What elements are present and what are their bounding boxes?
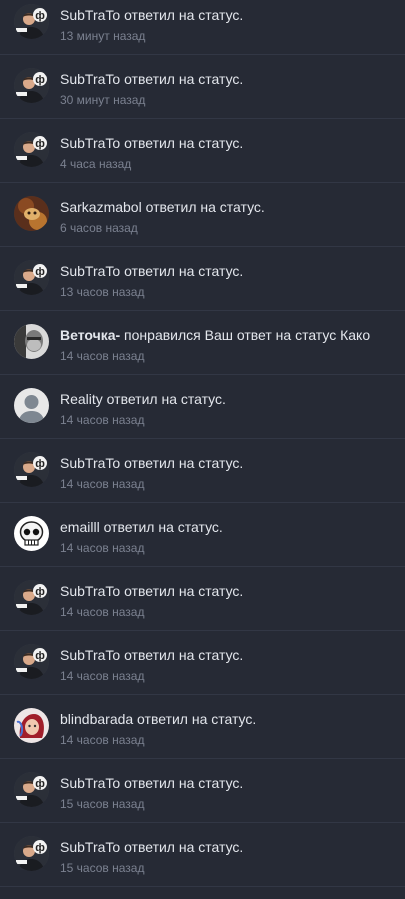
- notification-action: ответил на статус.: [99, 519, 223, 535]
- svg-text:ф: ф: [35, 266, 45, 278]
- notification-action: ответил на статус.: [120, 71, 244, 87]
- notification-item[interactable]: ф SubTraTo ответил на статус. 15 часов н…: [0, 759, 405, 823]
- notification-text: blindbarada ответил на статус.: [60, 710, 256, 728]
- notification-item[interactable]: emailll ответил на статус. 14 часов наза…: [0, 503, 405, 567]
- notification-item[interactable]: ф SubTraTo ответил на статус. 14 часов н…: [0, 631, 405, 695]
- notification-text: SubTraTo ответил на статус.: [60, 134, 243, 152]
- notification-action: ответил на статус.: [120, 7, 244, 23]
- svg-text:ф: ф: [35, 74, 45, 86]
- svg-text:ф: ф: [35, 10, 45, 22]
- notification-item[interactable]: ф SubTraTo ответил на статус. 4 часа наз…: [0, 119, 405, 183]
- notification-action: ответил на статус.: [102, 391, 226, 407]
- notification-text: SubTraTo ответил на статус.: [60, 774, 243, 792]
- subtrato-avatar[interactable]: ф: [14, 580, 49, 615]
- notification-time: 15 часов назад: [60, 861, 145, 875]
- notification-user[interactable]: SubTraTo: [60, 647, 120, 663]
- notification-text: SubTraTo ответил на статус.: [60, 646, 243, 664]
- notification-time: 14 часов назад: [60, 733, 145, 747]
- notification-time: 4 часа назад: [60, 157, 132, 171]
- skull-avatar[interactable]: [14, 516, 49, 551]
- notification-item[interactable]: Sarkazmabol ответил на статус. 6 часов н…: [0, 183, 405, 247]
- notification-item[interactable]: ф SubTraTo ответил на статус. 30 минут н…: [0, 55, 405, 119]
- notification-time: 14 часов назад: [60, 349, 145, 363]
- notification-time: 14 часов назад: [60, 669, 145, 683]
- notification-item[interactable]: ф SubTraTo ответил на статус. 15 часов н…: [0, 823, 405, 887]
- subtrato-avatar[interactable]: ф: [14, 68, 49, 103]
- notification-action: ответил на статус.: [120, 775, 244, 791]
- subtrato-avatar[interactable]: ф: [14, 644, 49, 679]
- notification-user[interactable]: Reality: [60, 391, 103, 407]
- notification-user[interactable]: SubTraTo: [60, 7, 120, 23]
- notification-text: SubTraTo ответил на статус.: [60, 582, 243, 600]
- notification-user[interactable]: SubTraTo: [60, 71, 120, 87]
- notification-text: Sarkazmabol ответил на статус.: [60, 198, 265, 216]
- notification-action: ответил на статус.: [120, 263, 244, 279]
- notification-text: SubTraTo ответил на статус.: [60, 454, 243, 472]
- notification-item[interactable]: blindbarada ответил на статус. 14 часов …: [0, 695, 405, 759]
- subtrato-avatar[interactable]: ф: [14, 132, 49, 167]
- notification-user[interactable]: Sarkazmabol: [60, 199, 142, 215]
- vetochka-avatar[interactable]: [14, 324, 49, 359]
- notification-item[interactable]: Reality ответил на статус. 14 часов наза…: [0, 375, 405, 439]
- notification-time: 30 минут назад: [60, 93, 146, 107]
- notification-action: ответил на статус.: [120, 839, 244, 855]
- subtrato-avatar[interactable]: ф: [14, 260, 49, 295]
- notification-action: ответил на статус.: [141, 199, 265, 215]
- notification-user[interactable]: emailll: [60, 519, 100, 535]
- subtrato-avatar[interactable]: ф: [14, 772, 49, 807]
- notification-item[interactable]: ф SubTraTo ответил на статус. 13 часов н…: [0, 247, 405, 311]
- notification-user[interactable]: Веточка-: [60, 327, 120, 343]
- notification-time: 14 часов назад: [60, 605, 145, 619]
- notification-user[interactable]: SubTraTo: [60, 839, 120, 855]
- notification-time: 6 часов назад: [60, 221, 138, 235]
- default-avatar[interactable]: [14, 388, 49, 423]
- subtrato-avatar[interactable]: ф: [14, 4, 49, 39]
- svg-text:ф: ф: [35, 650, 45, 662]
- notification-time: 15 часов назад: [60, 797, 145, 811]
- subtrato-avatar[interactable]: ф: [14, 836, 49, 871]
- notification-action: понравился Ваш ответ на статус Како: [120, 327, 371, 343]
- sarkazmabol-avatar[interactable]: [14, 196, 49, 231]
- notification-time: 14 часов назад: [60, 477, 145, 491]
- notification-time: 13 минут назад: [60, 29, 146, 43]
- subtrato-avatar[interactable]: ф: [14, 452, 49, 487]
- notification-list: ф SubTraTo ответил на статус. 13 минут н…: [0, 0, 405, 887]
- notification-user[interactable]: blindbarada: [60, 711, 133, 727]
- svg-text:ф: ф: [35, 586, 45, 598]
- notification-item[interactable]: Веточка- понравился Ваш ответ на статус …: [0, 311, 405, 375]
- notification-user[interactable]: SubTraTo: [60, 583, 120, 599]
- notification-time: 14 часов назад: [60, 541, 145, 555]
- notification-time: 14 часов назад: [60, 413, 145, 427]
- notification-item[interactable]: ф SubTraTo ответил на статус. 14 часов н…: [0, 567, 405, 631]
- svg-text:ф: ф: [35, 778, 45, 790]
- notification-item[interactable]: ф SubTraTo ответил на статус. 14 часов н…: [0, 439, 405, 503]
- notification-action: ответил на статус.: [133, 711, 257, 727]
- notification-text: SubTraTo ответил на статус.: [60, 6, 243, 24]
- notification-user[interactable]: SubTraTo: [60, 263, 120, 279]
- notification-action: ответил на статус.: [120, 135, 244, 151]
- notification-item[interactable]: ф SubTraTo ответил на статус. 13 минут н…: [0, 0, 405, 55]
- blindbarada-avatar[interactable]: [14, 708, 49, 743]
- notification-text: Веточка- понравился Ваш ответ на статус …: [60, 326, 370, 344]
- svg-text:ф: ф: [35, 458, 45, 470]
- notification-text: Reality ответил на статус.: [60, 390, 226, 408]
- svg-text:ф: ф: [35, 842, 45, 854]
- notification-user[interactable]: SubTraTo: [60, 775, 120, 791]
- notification-action: ответил на статус.: [120, 647, 244, 663]
- notification-user[interactable]: SubTraTo: [60, 455, 120, 471]
- notification-text: SubTraTo ответил на статус.: [60, 838, 243, 856]
- svg-text:ф: ф: [35, 138, 45, 150]
- notification-text: emailll ответил на статус.: [60, 518, 223, 536]
- notification-time: 13 часов назад: [60, 285, 145, 299]
- notification-action: ответил на статус.: [120, 583, 244, 599]
- notification-action: ответил на статус.: [120, 455, 244, 471]
- notification-text: SubTraTo ответил на статус.: [60, 262, 243, 280]
- notification-user[interactable]: SubTraTo: [60, 135, 120, 151]
- notification-text: SubTraTo ответил на статус.: [60, 70, 243, 88]
